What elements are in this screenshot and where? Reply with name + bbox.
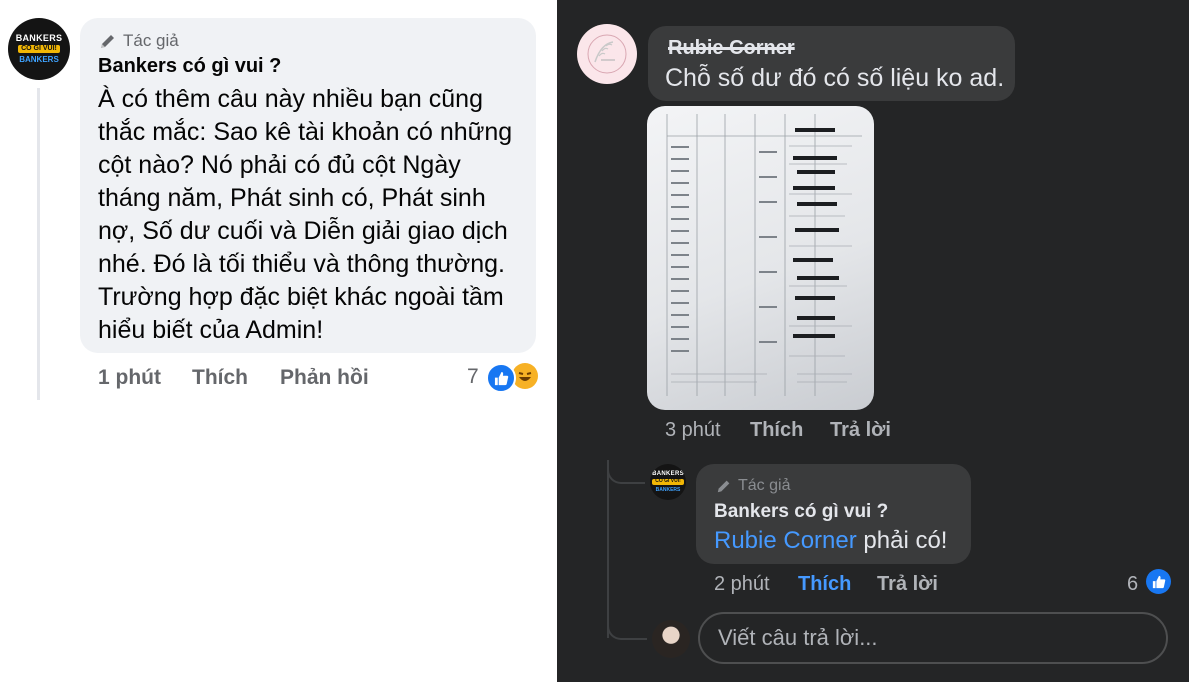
reply-button[interactable]: Trả lời bbox=[877, 573, 938, 596]
thread-line bbox=[37, 88, 40, 400]
thread-connector bbox=[607, 460, 645, 484]
author-name[interactable]: Bankers có gì vui ? bbox=[714, 501, 888, 523]
comment-text: À có thêm câu này nhiều bạn cũng thắc mắ… bbox=[98, 85, 513, 344]
avatar-text: BANKERS bbox=[15, 33, 63, 44]
avatar[interactable] bbox=[652, 620, 690, 658]
like-button[interactable]: Thích bbox=[750, 419, 803, 442]
like-button[interactable]: Thích bbox=[192, 366, 248, 390]
avatar[interactable]: BANKERS CÓ GÌ VUI! BANKERS bbox=[650, 464, 686, 500]
reaction-count[interactable]: 6 bbox=[1127, 573, 1138, 596]
commenter-name[interactable]: Rubie Corner bbox=[668, 37, 795, 60]
reply-text-row: Rubie Corner phải có! bbox=[714, 527, 947, 555]
comment-timestamp[interactable]: 2 phút bbox=[714, 573, 770, 596]
pencil-icon bbox=[716, 478, 732, 494]
reply-text: phải có! bbox=[856, 527, 948, 554]
avatar[interactable]: BANKERS CÓ GÌ VUI! BANKERS bbox=[8, 18, 70, 80]
mention-link[interactable]: Rubie Corner bbox=[714, 527, 857, 554]
avatar-text: BANKERS bbox=[655, 486, 681, 493]
rubie-logo-icon bbox=[587, 34, 627, 74]
author-name[interactable]: Bankers có gì vui ? bbox=[98, 55, 281, 78]
avatar-text: CÓ GÌ VUI! bbox=[652, 479, 684, 485]
comment-timestamp[interactable]: 1 phút bbox=[98, 366, 161, 390]
avatar-text: BANKERS bbox=[19, 54, 59, 64]
author-badge: Tác giả bbox=[99, 31, 179, 51]
author-badge-label: Tác giả bbox=[123, 31, 179, 50]
author-badge-label: Tác giả bbox=[738, 477, 791, 494]
reply-button[interactable]: Phản hồi bbox=[280, 366, 369, 390]
reply-input-placeholder: Viết câu trả lời... bbox=[718, 625, 878, 650]
reaction-count[interactable]: 7 bbox=[467, 365, 479, 389]
avatar[interactable] bbox=[577, 24, 637, 84]
like-reaction-icon bbox=[1146, 569, 1171, 594]
avatar-text: CÓ GÌ VUI! bbox=[18, 45, 60, 53]
attached-photo[interactable] bbox=[647, 106, 874, 410]
bank-statement-image bbox=[666, 114, 862, 396]
pencil-icon bbox=[99, 32, 117, 50]
author-badge: Tác giả bbox=[716, 477, 790, 495]
reply-button[interactable]: Trả lời bbox=[830, 419, 891, 442]
thread-line bbox=[607, 460, 609, 638]
comment-timestamp[interactable]: 3 phút bbox=[665, 419, 721, 442]
like-reaction-icon bbox=[486, 363, 516, 393]
comment-text: Chỗ số dư đó có số liệu ko ad. bbox=[665, 64, 1005, 92]
avatar-text: BANKERS bbox=[652, 471, 684, 478]
thread-connector bbox=[607, 618, 647, 640]
like-button[interactable]: Thích bbox=[798, 573, 851, 596]
reply-input[interactable]: Viết câu trả lời... bbox=[698, 612, 1168, 664]
